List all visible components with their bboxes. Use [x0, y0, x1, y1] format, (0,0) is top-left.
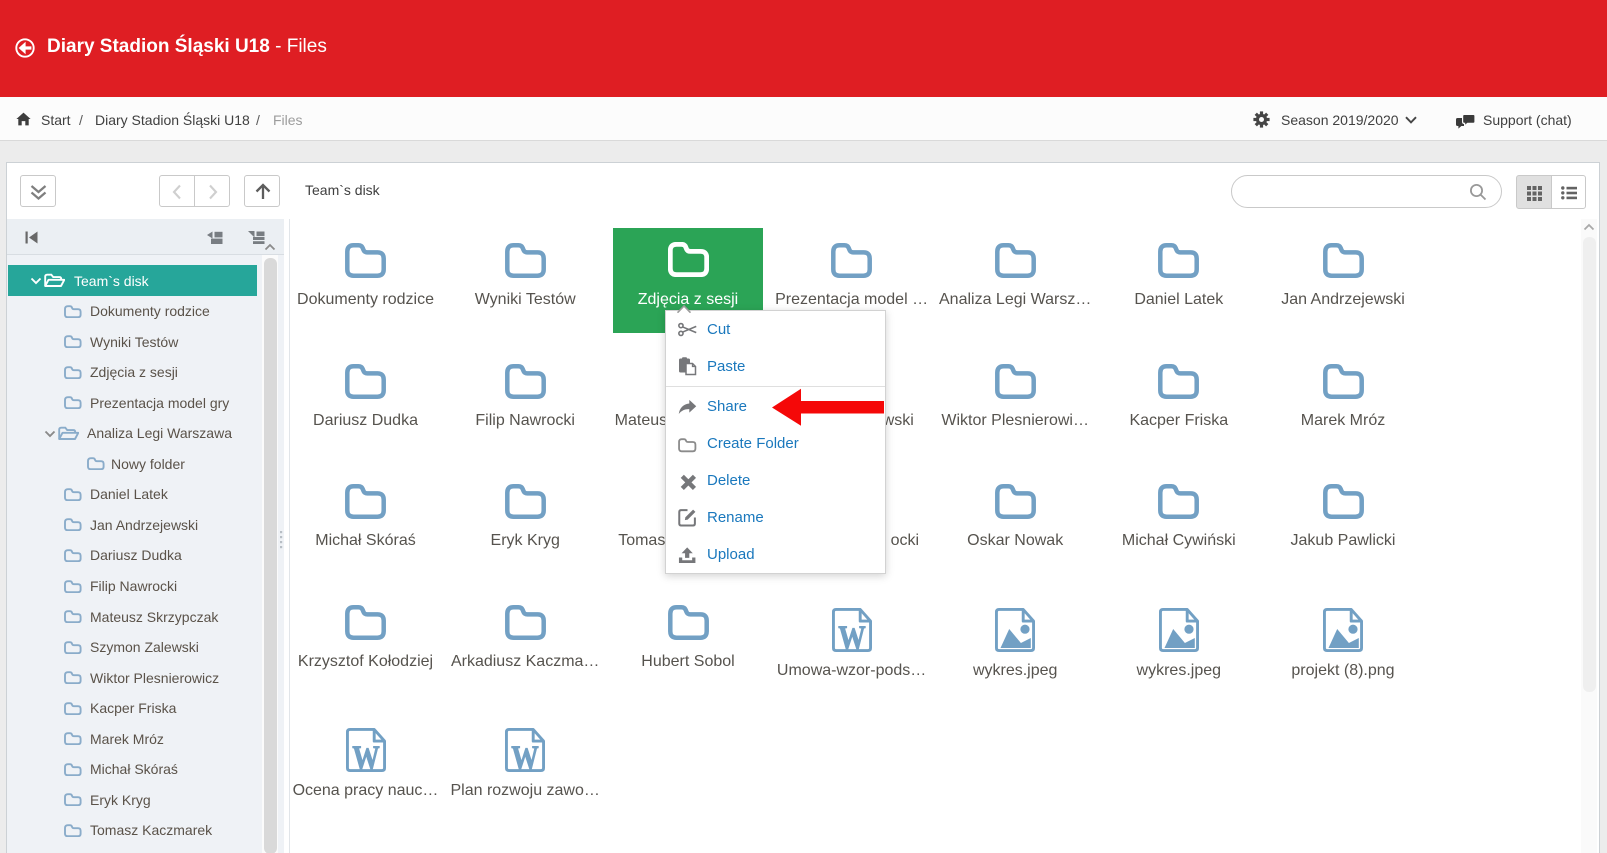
svg-text:W: W: [838, 619, 866, 651]
svg-text:W: W: [511, 740, 539, 772]
svg-text:W: W: [352, 740, 380, 772]
